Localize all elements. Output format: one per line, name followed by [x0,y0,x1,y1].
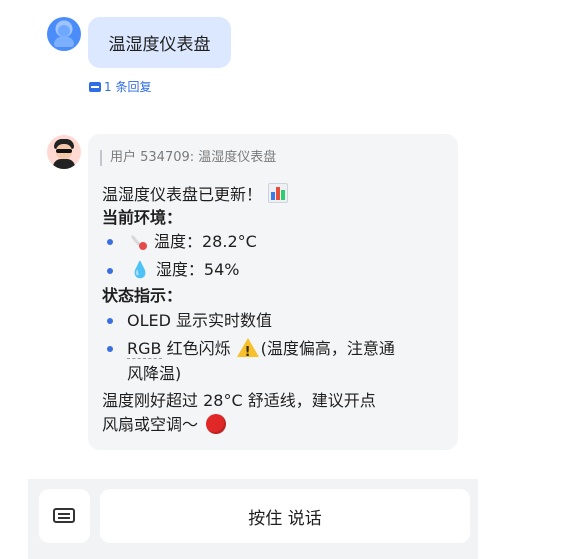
user-message-bubble: 温湿度仪表盘 [88,17,231,68]
temperature-text: 温度：28.2°C [154,232,257,251]
hold-to-talk-button[interactable]: 按住 说话 [100,489,470,543]
section-current-environment: 当前环境： [102,208,183,227]
comment-icon [89,81,101,92]
droplet-icon: 💧 [130,260,150,279]
status-rgb-line2: 风降温) [127,364,182,383]
keyboard-toggle-button[interactable] [39,489,90,543]
humidity-item: 💧 湿度：54% [130,258,240,282]
user-message-text: 温湿度仪表盘 [108,35,211,55]
summary-line1: 温度刚好超过 28°C 舒适线，建议开点 [102,391,376,410]
keyboard-icon [53,508,75,523]
bullet-dot [107,318,113,324]
temperature-item: 温度：28.2°C [130,230,257,254]
quoted-message: 用户 534709: 温湿度仪表盘 [100,150,276,166]
bot-message-update-text: 温湿度仪表盘已更新！ [102,185,263,204]
summary-line2-text: 风扇或空调～ [102,415,199,434]
red-circle-icon [206,414,227,434]
warning-icon [236,338,259,365]
user-avatar[interactable] [47,17,81,51]
rgb-status-note: (温度偏高，注意通 [260,339,395,358]
bot-avatar-body [53,159,75,169]
status-oled-text: OLED 显示实时数值 [127,311,273,330]
user-avatar-face [58,25,70,37]
rgb-status-text: 红色闪烁 [161,339,231,358]
bot-avatar[interactable] [47,135,81,169]
reply-count-link[interactable]: 1 条回复 [89,78,151,95]
summary-line2: 风扇或空调～ [102,413,227,437]
bullet-dot [107,346,113,352]
user-avatar-body [54,37,74,47]
status-rgb-line1: RGB 红色闪烁 (温度偏高，注意通 [127,337,395,365]
section-status-indicators: 状态指示： [102,286,183,305]
humidity-text: 湿度：54% [155,260,240,279]
rgb-term[interactable]: RGB [127,339,162,359]
bot-avatar-glasses [56,149,72,153]
bullet-dot [107,268,113,274]
hold-to-talk-label: 按住 说话 [248,508,322,529]
bar-chart-icon [268,183,289,203]
reply-count-text: 1 条回复 [104,80,152,94]
bot-message-line1: 温湿度仪表盘已更新！ [102,183,289,207]
bullet-dot [107,239,113,245]
thermometer-icon [130,232,148,250]
